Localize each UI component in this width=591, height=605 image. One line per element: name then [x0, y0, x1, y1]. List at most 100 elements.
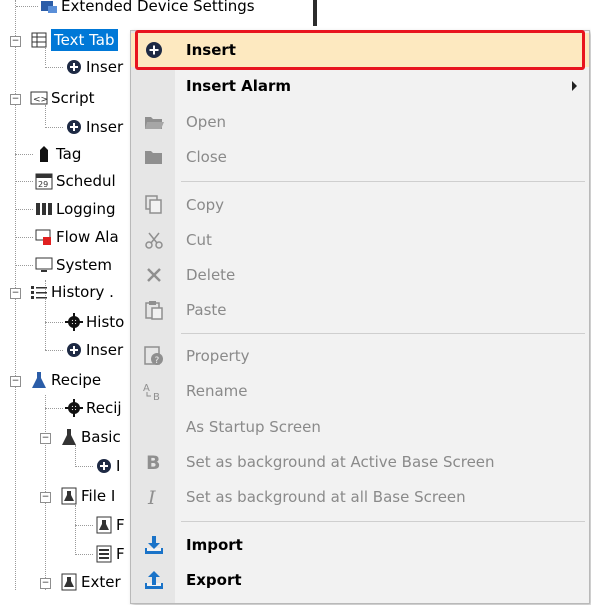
collapse-toggle[interactable]: − [10, 94, 21, 105]
collapse-toggle[interactable]: − [10, 288, 21, 299]
gear-icon [65, 313, 83, 331]
flow-alarm-icon [35, 228, 53, 246]
context-menu: Insert Insert Alarm Open Close Copy Cut [130, 30, 590, 604]
tree-item-history-settings[interactable]: Histo [45, 311, 125, 333]
menu-item-export[interactable]: Export [131, 563, 589, 597]
tree-item-basic[interactable]: Basic [60, 426, 121, 448]
italic-i-icon: I [143, 486, 165, 508]
tree-item-insert[interactable]: Inser [45, 339, 124, 361]
flask-icon [60, 428, 78, 446]
tree-item-system[interactable]: System [15, 254, 112, 276]
tree-label: Inser [86, 341, 124, 359]
tree-label: Exter [81, 573, 121, 591]
tree-label: Histo [86, 313, 125, 331]
collapse-toggle[interactable]: − [10, 36, 21, 47]
menu-item-close[interactable]: Close [131, 140, 589, 174]
tree-label: Basic [81, 428, 121, 446]
collapse-toggle[interactable]: − [40, 433, 51, 444]
settings-icon [40, 0, 58, 15]
menu-separator [181, 181, 585, 182]
tree-guide [75, 505, 76, 555]
tree-item-insert[interactable]: I [75, 455, 121, 477]
tree-item-insert[interactable]: Inser [45, 56, 124, 78]
flask-icon [30, 371, 48, 389]
svg-text:B: B [153, 392, 160, 401]
menu-item-label: Property [186, 347, 250, 365]
tree-item-insert[interactable]: Inser [45, 116, 123, 138]
menu-item-label: Insert Alarm [186, 77, 292, 95]
tree-label: Logging [56, 200, 116, 218]
menu-item-set-background-all[interactable]: I Set as background at all Base Screen [131, 480, 589, 514]
plus-circle-icon [65, 58, 83, 76]
x-icon [143, 264, 165, 286]
list-icon [30, 283, 48, 301]
property-icon: ? [143, 345, 165, 367]
menu-separator [181, 333, 585, 334]
collapse-toggle[interactable]: − [40, 578, 51, 589]
tree-label: Inser [86, 58, 124, 76]
tree-item-recipe-settings[interactable]: Recij [45, 397, 122, 419]
tree-item-text-table[interactable]: Text Tab [30, 29, 118, 51]
menu-item-label: Set as background at Active Base Screen [186, 453, 495, 471]
collapse-toggle[interactable]: − [10, 376, 21, 387]
tree-item-flow-alarm[interactable]: Flow Ala [15, 226, 119, 248]
menu-item-label: Copy [186, 196, 225, 214]
menu-item-paste[interactable]: Paste [131, 293, 589, 327]
script-icon: <> [30, 89, 48, 107]
tree-item-extended-device-settings[interactable]: Extended Device Settings [16, 0, 255, 17]
menu-item-delete[interactable]: Delete [131, 258, 589, 292]
tree-label: I [116, 457, 121, 475]
tree-label: Recij [86, 399, 122, 417]
menu-item-label: Close [186, 148, 227, 166]
menu-item-label: Cut [186, 231, 212, 249]
file-recipe-icon [95, 516, 113, 534]
menu-item-property[interactable]: ? Property [131, 339, 589, 373]
tree-label: File I [81, 487, 116, 505]
tree-label: Flow Ala [56, 228, 119, 246]
gear-icon [65, 399, 83, 417]
menu-item-rename[interactable]: AB Rename [131, 374, 589, 408]
tree-label: Extended Device Settings [61, 0, 255, 15]
menu-item-import[interactable]: Import [131, 528, 589, 562]
tree-label: F [116, 516, 125, 534]
tree-label: Recipe [51, 371, 102, 389]
menu-item-label: Rename [186, 382, 248, 400]
calendar-icon: 29 [35, 172, 53, 190]
file-recipe-icon [60, 573, 78, 591]
menu-item-label: Open [186, 113, 227, 131]
menu-separator [181, 521, 585, 522]
collapse-toggle[interactable]: − [40, 492, 51, 503]
menu-item-set-background-active[interactable]: B Set as background at Active Base Scree… [131, 445, 589, 479]
menu-item-as-startup-screen[interactable]: As Startup Screen [131, 410, 589, 444]
file-list-icon [95, 545, 113, 563]
bold-b-icon: B [143, 451, 165, 473]
panel-edge [313, 0, 317, 26]
tree-item-schedule[interactable]: 29 Schedul [15, 170, 116, 192]
tree-item-history[interactable]: History . [30, 281, 114, 303]
menu-item-copy[interactable]: Copy [131, 188, 589, 222]
menu-item-label: Delete [186, 266, 236, 284]
svg-text:<>: <> [33, 95, 48, 105]
plus-circle-icon [65, 341, 83, 359]
menu-item-insert-alarm[interactable]: Insert Alarm [131, 69, 589, 103]
tree-item-logging[interactable]: Logging [15, 198, 116, 220]
menu-item-label: Paste [186, 301, 227, 319]
tree-label: Schedul [56, 172, 116, 190]
tree-item-extended[interactable]: Exter [60, 571, 121, 593]
svg-text:?: ? [155, 356, 160, 366]
tree-item-script[interactable]: <> Script [30, 87, 95, 109]
submenu-arrow-icon [572, 81, 577, 91]
menu-item-open[interactable]: Open [131, 105, 589, 139]
import-icon [143, 534, 165, 556]
menu-item-cut[interactable]: Cut [131, 223, 589, 257]
tree-item-file-child[interactable]: F [75, 543, 125, 565]
tree-item-file[interactable]: File I [60, 485, 115, 507]
plus-circle-icon [95, 457, 113, 475]
menu-item-label: Import [186, 536, 243, 554]
plus-circle-icon [65, 118, 83, 136]
tree-item-recipe[interactable]: Recipe [30, 369, 101, 391]
svg-text:29: 29 [38, 180, 48, 189]
copy-icon [143, 194, 165, 216]
tree-item-tag[interactable]: Tag [15, 143, 81, 165]
tree-item-file-child[interactable]: F [75, 514, 125, 536]
